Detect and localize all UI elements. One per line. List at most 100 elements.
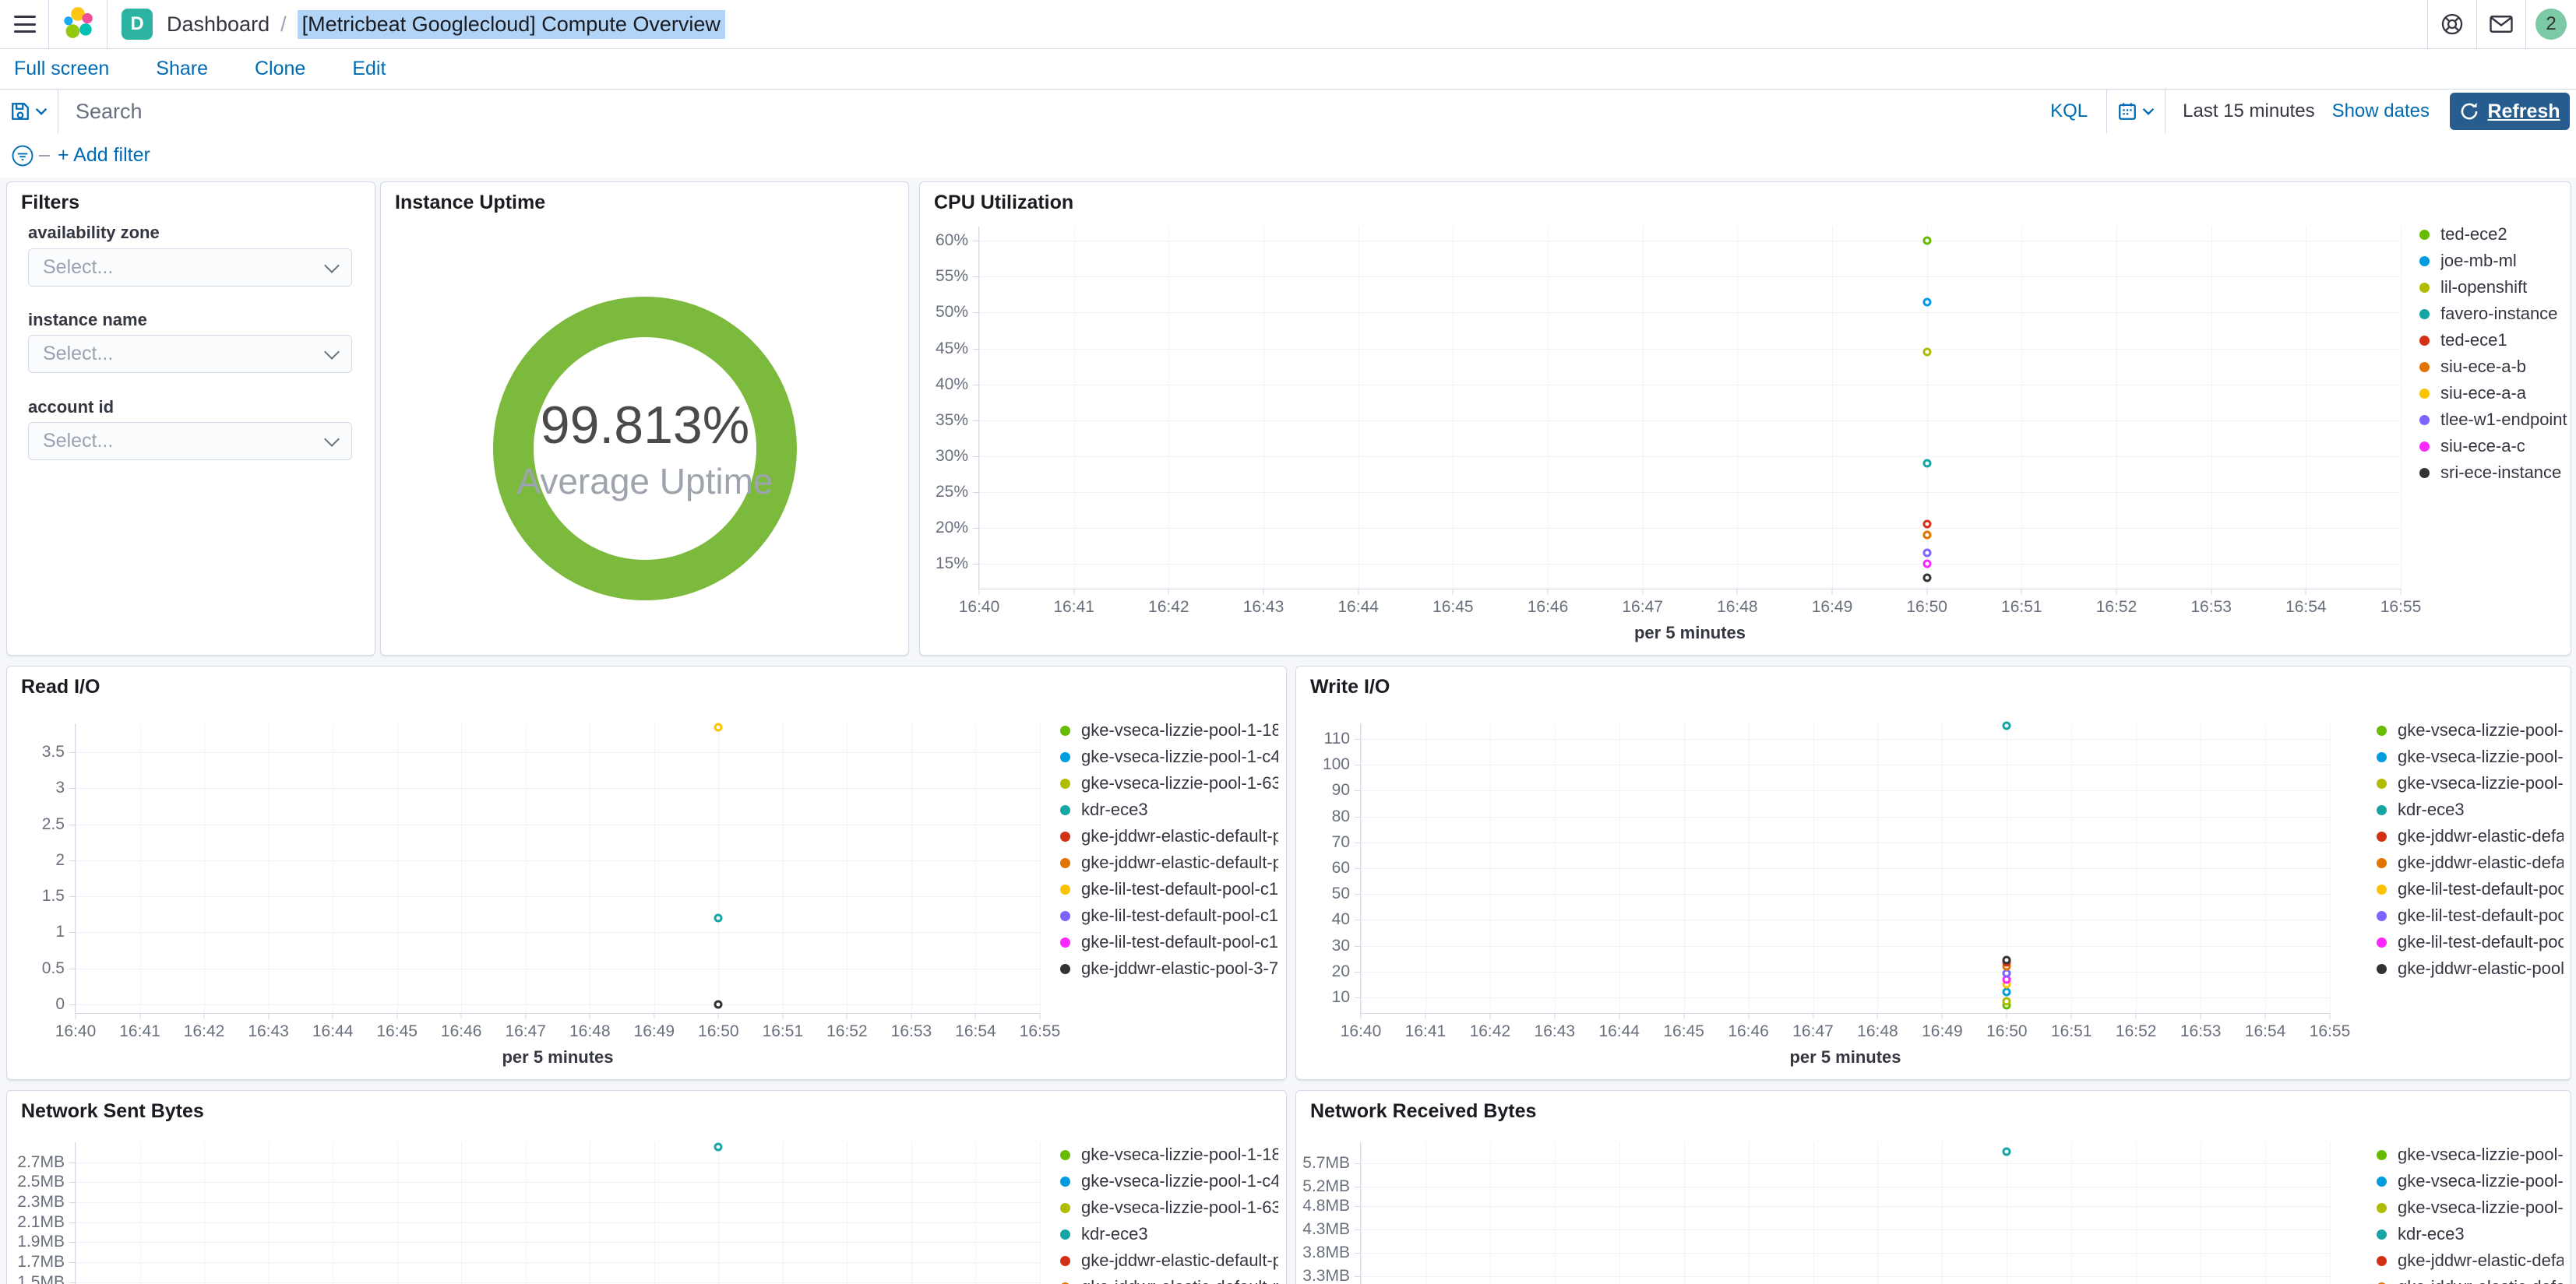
write-io-chart: 110 100 90 80 70 60 50 40 30 20 10 16:40 16:41 16:42 1…	[1296, 667, 2571, 1079]
date-picker-calendar-button[interactable]	[2106, 90, 2166, 133]
y-tick-mark	[973, 456, 979, 457]
legend-item[interactable]: gke-lil-test-default-pool-c1e...	[1060, 876, 1278, 902]
newsfeed-mail-icon[interactable]	[2477, 0, 2525, 48]
legend-item[interactable]: gke-vseca-lizzie-pool-1-630...	[1060, 1194, 1278, 1221]
legend-label: gke-jddwr-elastic-default-po...	[1081, 853, 1278, 872]
x-tick-label: 16:46	[440, 1022, 482, 1040]
legend-item[interactable]: gke-lil-test-default-pool-c1e...	[2377, 929, 2564, 955]
top-navigation-bar: D Dashboard / [Metricbeat Googlecloud] C…	[0, 0, 2576, 49]
space-badge[interactable]: D	[122, 9, 153, 40]
legend-item[interactable]: gke-vseca-lizzie-pool-1-630...	[2377, 1194, 2564, 1221]
legend-item[interactable]: gke-vseca-lizzie-pool-1-1877...	[2377, 717, 2564, 744]
legend-item[interactable]: gke-jddwr-elastic-pool-3-74...	[2377, 955, 2564, 982]
legend-item[interactable]: kdr-ece3	[2377, 1221, 2564, 1247]
legend-item[interactable]: gke-lil-test-default-pool-c1e...	[2377, 902, 2564, 929]
full-screen-button[interactable]: Full screen	[14, 58, 109, 80]
user-avatar[interactable]: 2	[2535, 9, 2567, 40]
legend-item[interactable]: gke-lil-test-default-pool-c1e...	[1060, 929, 1278, 955]
legend-item[interactable]: sri-ece-instance	[2419, 459, 2567, 486]
help-button[interactable]	[2428, 0, 2476, 48]
share-button[interactable]: Share	[156, 58, 208, 80]
y-tick-label: 0.5	[41, 959, 65, 977]
legend-item[interactable]: gke-vseca-lizzie-pool-1-c417...	[1060, 1168, 1278, 1194]
x-gridline	[1489, 1142, 1491, 1284]
legend-item[interactable]: gke-vseca-lizzie-pool-1-630...	[1060, 770, 1278, 797]
y-tick-label: 25%	[935, 482, 968, 501]
legend-item[interactable]: gke-jddwr-elastic-default-po...	[1060, 850, 1278, 876]
legend-item[interactable]: gke-vseca-lizzie-pool-1-c417...	[2377, 744, 2564, 770]
legend-label: gke-vseca-lizzie-pool-1-630...	[1081, 773, 1278, 793]
legend-item[interactable]: gke-jddwr-elastic-default-po...	[2377, 850, 2564, 876]
y-tick-mark	[69, 752, 76, 753]
uptime-label: Average Uptime	[516, 461, 774, 501]
y-tick-mark	[1355, 1163, 1361, 1165]
legend-item[interactable]: favero-instance	[2419, 301, 2567, 327]
saved-query-button[interactable]	[0, 90, 58, 133]
legend-item[interactable]: gke-jddwr-elastic-default-po...	[2377, 823, 2564, 850]
legend-item[interactable]: tlee-w1-endpoint	[2419, 406, 2567, 433]
legend-dot-icon	[2419, 335, 2430, 346]
legend-item[interactable]: gke-lil-test-default-pool-c1e...	[1060, 902, 1278, 929]
refresh-button[interactable]: Refresh	[2450, 93, 2570, 130]
legend-item[interactable]: siu-ece-a-c	[2419, 433, 2567, 459]
search-input[interactable]: Search	[58, 100, 2032, 124]
kql-language-button[interactable]: KQL	[2032, 100, 2106, 122]
x-tick-mark	[1554, 1013, 1556, 1019]
y-tick-mark	[973, 563, 979, 565]
availability-zone-select[interactable]: Select...	[28, 248, 352, 287]
legend-item[interactable]: siu-ece-a-b	[2419, 354, 2567, 380]
legend-item[interactable]: gke-lil-test-default-pool-c1e...	[2377, 876, 2564, 902]
x-gridline	[2211, 227, 2212, 589]
legend-item[interactable]: gke-jddwr-elastic-default-po...	[1060, 823, 1278, 850]
account-id-select[interactable]: Select...	[28, 422, 352, 460]
x-tick-mark	[1039, 1013, 1041, 1019]
breadcrumb-dashboard[interactable]: Dashboard	[167, 12, 270, 37]
y-tick-mark	[1355, 945, 1361, 947]
menu-hamburger-icon[interactable]	[14, 16, 36, 33]
time-range-value[interactable]: Last 15 minutes	[2165, 100, 2331, 122]
legend-item[interactable]: gke-vseca-lizzie-pool-1-1877...	[1060, 1142, 1278, 1168]
legend-item[interactable]: lil-openshift	[2419, 274, 2567, 301]
legend-dot-icon	[1060, 1229, 1070, 1240]
x-gridline	[979, 227, 980, 589]
legend-dot-icon	[2377, 1202, 2387, 1213]
legend-item[interactable]: gke-vseca-lizzie-pool-1-c417...	[2377, 1168, 2564, 1194]
legend-item[interactable]: gke-jddwr-elastic-default-po...	[2377, 1247, 2564, 1274]
filter-options-button[interactable]	[11, 144, 34, 167]
legend-item[interactable]: kdr-ece3	[1060, 797, 1278, 823]
data-point-siu-ece-a-c	[1922, 559, 1932, 568]
clone-button[interactable]: Clone	[255, 58, 305, 80]
legend-item[interactable]: kdr-ece3	[2377, 797, 2564, 823]
y-tick-mark	[1355, 1205, 1361, 1207]
x-gridline	[782, 723, 784, 1013]
legend-item[interactable]: gke-jddwr-elastic-default-po...	[1060, 1274, 1278, 1284]
legend-item[interactable]: gke-jddwr-elastic-default-po...	[1060, 1247, 1278, 1274]
legend-item[interactable]: gke-jddwr-elastic-default-po...	[2377, 1274, 2564, 1284]
legend-dot-icon	[1060, 1176, 1070, 1187]
y-tick-label: 1	[55, 923, 65, 941]
legend-item[interactable]: gke-vseca-lizzie-pool-1-c417...	[1060, 744, 1278, 770]
x-gridline	[1683, 1142, 1685, 1284]
data-point-sri-ece-instance	[1922, 573, 1932, 582]
x-tick-mark	[974, 1013, 976, 1019]
instance-name-select[interactable]: Select...	[28, 335, 352, 373]
legend-dot-icon	[1060, 778, 1070, 789]
x-tick-mark	[978, 589, 980, 595]
legend-item[interactable]: gke-jddwr-elastic-pool-3-74...	[1060, 955, 1278, 982]
y-tick-mark	[973, 527, 979, 529]
legend-dot-icon	[1060, 857, 1070, 868]
legend-item[interactable]: kdr-ece3	[1060, 1221, 1278, 1247]
add-filter-button[interactable]: + Add filter	[58, 144, 150, 167]
legend-item[interactable]: gke-vseca-lizzie-pool-1-1877...	[2377, 1142, 2564, 1168]
legend-item[interactable]: ted-ece2	[2419, 221, 2567, 248]
legend-item[interactable]: gke-vseca-lizzie-pool-1-630...	[2377, 770, 2564, 797]
edit-button[interactable]: Edit	[352, 58, 386, 80]
x-tick-label: 16:55	[2309, 1022, 2351, 1040]
x-gridline	[1813, 723, 1814, 1013]
legend-item[interactable]: siu-ece-a-a	[2419, 380, 2567, 406]
legend-item[interactable]: gke-vseca-lizzie-pool-1-1877...	[1060, 717, 1278, 744]
elastic-logo[interactable]	[62, 6, 94, 43]
legend-item[interactable]: joe-mb-ml	[2419, 248, 2567, 274]
show-dates-button[interactable]: Show dates	[2332, 100, 2450, 122]
legend-item[interactable]: ted-ece1	[2419, 327, 2567, 354]
